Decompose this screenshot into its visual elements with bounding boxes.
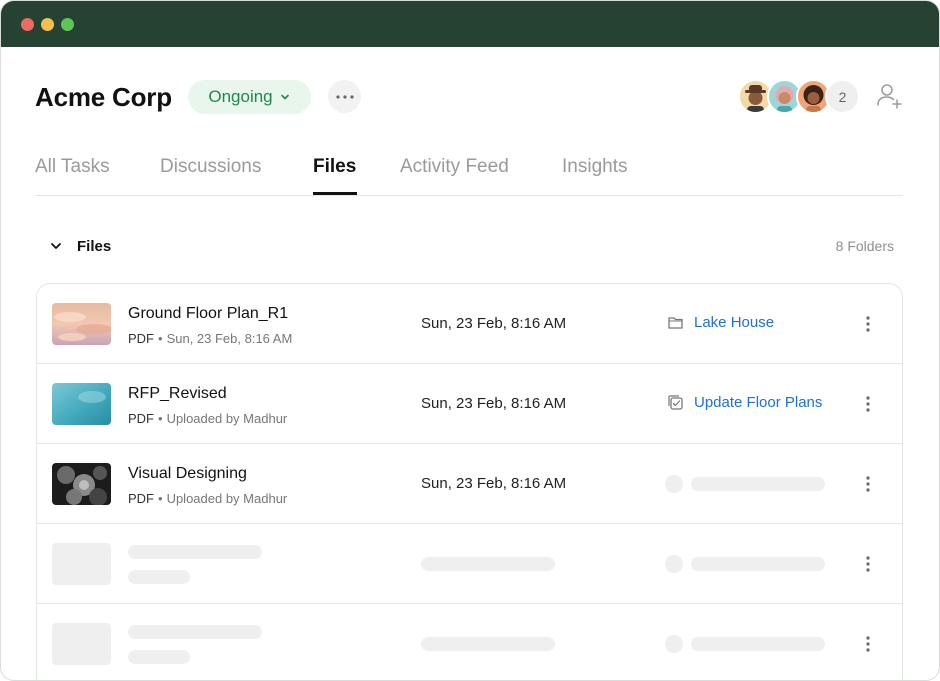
files-section-toggle[interactable]: Files bbox=[49, 236, 129, 256]
app-window: Acme Corp Ongoing 2 All Tasks Discussion… bbox=[0, 0, 940, 681]
meta-placeholder bbox=[128, 570, 190, 584]
water-thumbnail-icon bbox=[52, 383, 111, 425]
link-icon-placeholder bbox=[665, 475, 683, 493]
thumbnail-placeholder bbox=[52, 543, 111, 585]
more-vertical-icon bbox=[866, 636, 870, 652]
link-label-placeholder bbox=[691, 477, 825, 491]
abstract-mono-thumbnail-icon bbox=[52, 463, 111, 505]
link-icon-placeholder bbox=[665, 635, 683, 653]
more-vertical-icon bbox=[866, 476, 870, 492]
more-vertical-icon bbox=[866, 396, 870, 412]
tab-activity-feed[interactable]: Activity Feed bbox=[400, 156, 509, 178]
date-placeholder bbox=[421, 557, 555, 571]
file-name[interactable]: RFP_Revised bbox=[128, 385, 227, 403]
row-menu-button[interactable] bbox=[859, 472, 877, 496]
file-meta: PDF • Sun, 23 Feb, 8:16 AM bbox=[128, 331, 293, 346]
file-meta-detail: Uploaded by Madhur bbox=[166, 411, 288, 426]
maximize-window-button[interactable] bbox=[61, 18, 74, 31]
file-link-label[interactable]: Lake House bbox=[694, 314, 774, 331]
name-placeholder bbox=[128, 545, 262, 559]
skeleton-row bbox=[37, 604, 902, 680]
link-label-placeholder bbox=[691, 637, 825, 651]
file-link[interactable]: Update Floor Plans bbox=[667, 394, 822, 411]
file-name[interactable]: Visual Designing bbox=[128, 465, 247, 483]
row-menu-button[interactable] bbox=[859, 552, 877, 576]
file-thumbnail bbox=[52, 383, 111, 425]
window-titlebar bbox=[1, 1, 939, 47]
file-date: Sun, 23 Feb, 8:16 AM bbox=[421, 315, 567, 332]
tab-discussions[interactable]: Discussions bbox=[160, 156, 261, 178]
more-vertical-icon bbox=[866, 316, 870, 332]
file-row[interactable]: Ground Floor Plan_R1 PDF • Sun, 23 Feb, 8:… bbox=[37, 284, 902, 364]
file-meta-detail: Sun, 23 Feb, 8:16 AM bbox=[166, 331, 293, 346]
file-row[interactable]: RFP_Revised PDF • Uploaded by Madhur Sun, … bbox=[37, 364, 902, 444]
add-user-icon[interactable] bbox=[876, 81, 904, 111]
section-title: Files bbox=[77, 237, 112, 255]
row-menu-button[interactable] bbox=[859, 632, 877, 656]
file-type: PDF bbox=[128, 331, 154, 346]
folder-count: 8 Folders bbox=[835, 238, 894, 254]
tab-all-tasks[interactable]: All Tasks bbox=[35, 156, 110, 178]
sunset-sky-thumbnail-icon bbox=[52, 303, 111, 345]
file-row[interactable]: Visual Designing PDF • Uploaded by Madhur … bbox=[37, 444, 902, 524]
file-date: Sun, 23 Feb, 8:16 AM bbox=[421, 475, 567, 492]
status-dropdown[interactable]: Ongoing bbox=[188, 80, 311, 114]
link-icon-placeholder bbox=[665, 555, 683, 573]
more-horizontal-icon bbox=[335, 94, 354, 99]
tab-bar: All Tasks Discussions Files Activity Fee… bbox=[35, 151, 903, 196]
task-checkbox-icon bbox=[668, 395, 683, 410]
file-list: Ground Floor Plan_R1 PDF • Sun, 23 Feb, 8:… bbox=[36, 283, 903, 680]
file-type: PDF bbox=[128, 491, 154, 506]
tab-files[interactable]: Files bbox=[313, 156, 356, 178]
file-meta: PDF • Uploaded by Madhur bbox=[128, 411, 288, 426]
files-section-header: Files 8 Folders bbox=[49, 232, 894, 260]
tab-insights[interactable]: Insights bbox=[562, 156, 627, 178]
more-options-button[interactable] bbox=[328, 80, 361, 113]
file-type: PDF bbox=[128, 411, 154, 426]
chevron-down-icon bbox=[280, 94, 289, 100]
file-date: Sun, 23 Feb, 8:16 AM bbox=[421, 395, 567, 412]
folder-icon bbox=[668, 317, 683, 329]
row-menu-button[interactable] bbox=[859, 312, 877, 336]
minimize-window-button[interactable] bbox=[41, 18, 54, 31]
file-thumbnail bbox=[52, 303, 111, 345]
close-window-button[interactable] bbox=[21, 18, 34, 31]
file-thumbnail bbox=[52, 463, 111, 505]
more-vertical-icon bbox=[866, 556, 870, 572]
file-meta: PDF • Uploaded by Madhur bbox=[128, 491, 288, 506]
file-meta-detail: Uploaded by Madhur bbox=[166, 491, 288, 506]
file-link-label[interactable]: Update Floor Plans bbox=[694, 394, 822, 411]
thumbnail-placeholder bbox=[52, 623, 111, 665]
more-members-count[interactable]: 2 bbox=[825, 79, 860, 114]
active-tab-indicator bbox=[313, 192, 357, 195]
page-title: Acme Corp bbox=[35, 82, 172, 112]
link-label-placeholder bbox=[691, 557, 825, 571]
name-placeholder bbox=[128, 625, 262, 639]
skeleton-row bbox=[37, 524, 902, 604]
file-name[interactable]: Ground Floor Plan_R1 bbox=[128, 305, 288, 323]
row-menu-button[interactable] bbox=[859, 392, 877, 416]
file-link[interactable]: Lake House bbox=[667, 314, 774, 331]
date-placeholder bbox=[421, 637, 555, 651]
status-label: Ongoing bbox=[208, 87, 273, 106]
chevron-down-icon bbox=[51, 243, 61, 249]
meta-placeholder bbox=[128, 650, 190, 664]
